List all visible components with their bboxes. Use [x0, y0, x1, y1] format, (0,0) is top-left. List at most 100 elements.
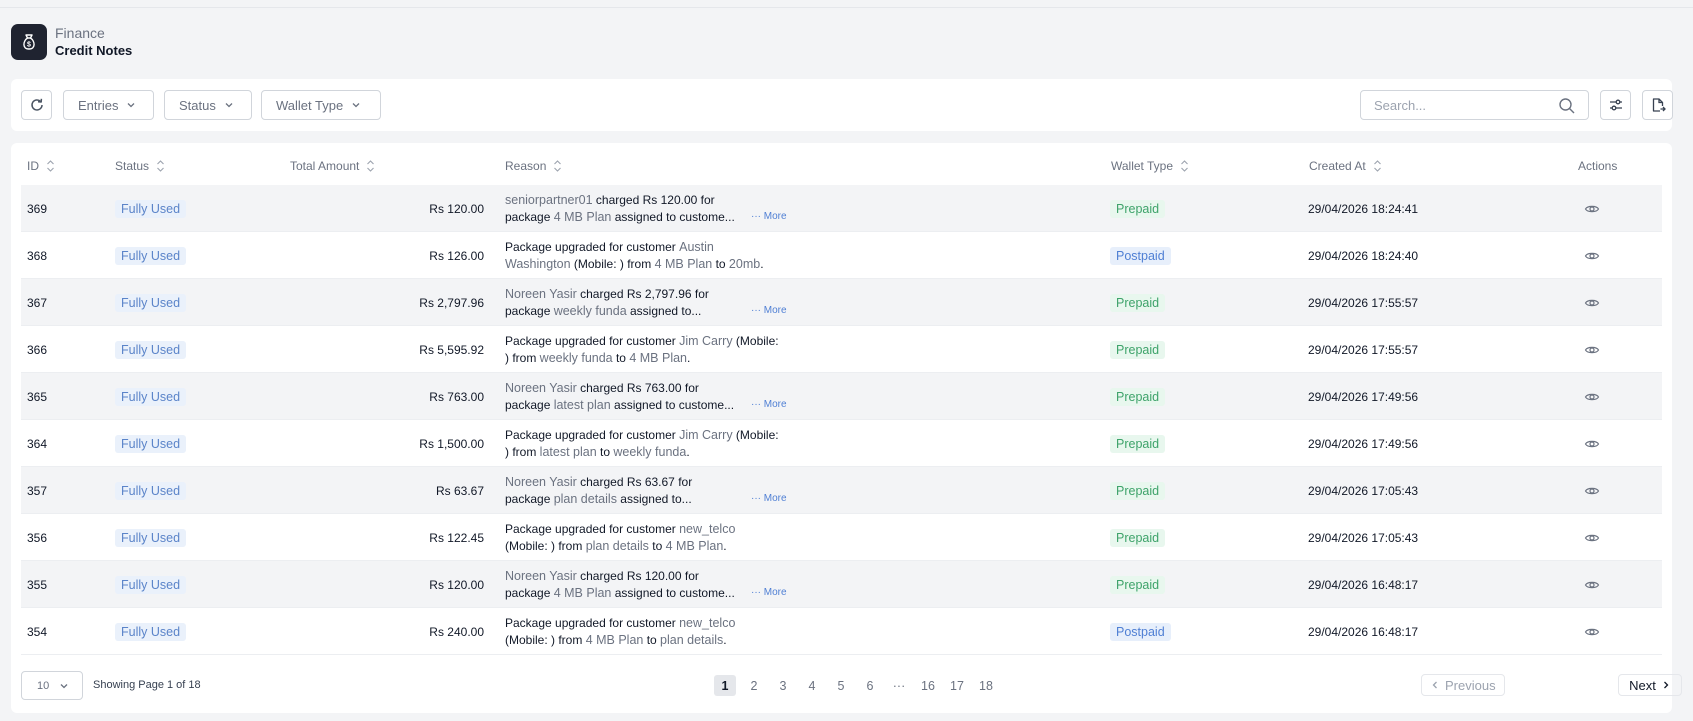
status-badge: Fully Used [115, 481, 187, 500]
cell-id: 368 [27, 248, 48, 263]
column-header-status[interactable]: Status [115, 159, 165, 173]
more-link[interactable]: ··· More [751, 491, 787, 508]
column-header-created-at[interactable]: Created At [1309, 159, 1382, 173]
cell-status: Fully Used [115, 232, 187, 279]
page-number-button[interactable]: 5 [830, 675, 852, 696]
column-header-reason[interactable]: Reason [505, 159, 562, 173]
reason-segment: weekly funda [553, 303, 627, 318]
column-header-total-amount[interactable]: Total Amount [290, 159, 375, 173]
cell-created-at: 29/04/2026 18:24:40 [1308, 248, 1419, 263]
cell-wallet-type: Prepaid [1110, 185, 1166, 232]
sort-icon [157, 160, 164, 172]
page-number-button[interactable]: 4 [801, 675, 823, 696]
status-badge: Fully Used [115, 293, 187, 312]
per-page-select[interactable]: 10 [21, 671, 83, 700]
entries-dropdown[interactable]: Entries [63, 90, 154, 120]
page-number-button[interactable]: 16 [917, 675, 939, 696]
reason-segment: latest plan [539, 444, 597, 459]
cell-created-at: 29/04/2026 17:05:43 [1308, 530, 1419, 545]
cell-id: 369 [27, 201, 48, 216]
page-number-button[interactable]: 3 [772, 675, 794, 696]
reason-segment: 4 MB Plan [553, 585, 612, 600]
column-header-id[interactable]: ID [27, 159, 55, 173]
status-badge: Fully Used [115, 622, 187, 641]
reason-line: ) from weekly funda to 4 MB Plan. [505, 350, 801, 367]
reason-segment: charged Rs 120.00 for [592, 193, 715, 207]
money-bag-icon: $ [11, 24, 47, 60]
previous-page-button[interactable]: Previous [1421, 674, 1505, 696]
search-input[interactable] [1374, 97, 1554, 113]
reason-line: Package upgraded for customer Jim Carry … [505, 333, 801, 350]
view-button[interactable] [1584, 326, 1600, 373]
cell-id: 355 [27, 577, 48, 592]
view-button[interactable] [1584, 279, 1600, 326]
reason-segment: assigned to custome... [611, 585, 735, 600]
filter-settings-button[interactable] [1600, 90, 1631, 120]
more-link[interactable]: ··· More [751, 397, 787, 414]
status-dropdown[interactable]: Status [164, 90, 252, 120]
table-row: 355 Fully Used Rs 120.00 Noreen Yasir charg… [21, 561, 1662, 608]
reason-segment: . [686, 444, 690, 459]
sort-icon [47, 160, 54, 172]
wallet-type-label: Wallet Type [276, 97, 344, 113]
column-header-wallet-type[interactable]: Wallet Type [1111, 159, 1189, 173]
reason-segment: (Mobile: ) from [505, 632, 586, 647]
cell-wallet-type: Prepaid [1110, 279, 1166, 326]
reason-segment: Jim Carry [679, 334, 733, 348]
refresh-button[interactable] [21, 90, 52, 120]
cell-wallet-type: Prepaid [1110, 420, 1166, 467]
chevron-down-icon [225, 103, 233, 108]
page-number-button[interactable]: 6 [859, 675, 881, 696]
view-button[interactable] [1584, 561, 1600, 608]
cell-status: Fully Used [115, 185, 187, 232]
cell-id: 366 [27, 342, 48, 357]
view-button[interactable] [1584, 185, 1600, 232]
reason-line: (Mobile: ) from 4 MB Plan to plan detail… [505, 632, 801, 649]
reason-line: package latest plan assigned to custome.… [505, 397, 755, 414]
more-link[interactable]: ··· More [751, 209, 787, 226]
reason-segment: 4 MB Plan [665, 538, 724, 553]
refresh-icon [30, 98, 43, 111]
cell-created-at: 29/04/2026 16:48:17 [1308, 624, 1419, 639]
cell-wallet-type: Postpaid [1110, 232, 1171, 279]
cell-wallet-type: Postpaid [1110, 608, 1171, 655]
reason-segment: assigned to... [626, 303, 702, 318]
reason-segment: Noreen Yasir [505, 569, 577, 583]
view-button[interactable] [1584, 420, 1600, 467]
eye-icon [1584, 299, 1600, 306]
reason-segment: charged Rs 63.67 for [576, 475, 693, 489]
chevron-down-icon [60, 683, 68, 688]
page-number-button[interactable]: 1 [714, 675, 736, 696]
wallet-type-badge: Postpaid [1110, 246, 1171, 265]
search-icon[interactable] [1558, 97, 1576, 115]
table-row: 369 Fully Used Rs 120.00 seniorpartner01 ch… [21, 185, 1662, 232]
page-number-button[interactable]: 18 [975, 675, 997, 696]
table-row: 366 Fully Used Rs 5,595.92 Package upgraded… [21, 326, 1662, 373]
cell-status: Fully Used [115, 561, 187, 608]
more-link[interactable]: ··· More [751, 585, 787, 602]
more-link[interactable]: ··· More [751, 303, 787, 320]
view-button[interactable] [1584, 467, 1600, 514]
cell-total-amount: Rs 2,797.96 [419, 295, 484, 310]
cell-id: 364 [27, 436, 48, 451]
top-divider [0, 7, 1693, 8]
cell-created-at: 29/04/2026 17:55:57 [1308, 295, 1419, 310]
eye-icon [1584, 628, 1600, 635]
wallet-type-dropdown[interactable]: Wallet Type [261, 90, 381, 120]
reason-line: Package upgraded for customer Jim Carry … [505, 427, 801, 444]
eye-icon [1584, 346, 1600, 353]
cell-wallet-type: Prepaid [1110, 561, 1166, 608]
view-button[interactable] [1584, 608, 1600, 655]
page-number-button[interactable]: 17 [946, 675, 968, 696]
page-number-button[interactable]: 2 [743, 675, 765, 696]
cell-status: Fully Used [115, 373, 187, 420]
cell-created-at: 29/04/2026 18:24:41 [1308, 201, 1419, 216]
view-button[interactable] [1584, 232, 1600, 279]
sort-icon [554, 160, 562, 172]
view-button[interactable] [1584, 373, 1600, 420]
export-button[interactable] [1642, 90, 1673, 120]
cell-reason: seniorpartner01 charged Rs 120.00 for pac… [505, 185, 801, 232]
reason-line: Package upgraded for customer Austin [505, 239, 801, 256]
next-page-button[interactable]: Next [1618, 674, 1682, 696]
view-button[interactable] [1584, 514, 1600, 561]
